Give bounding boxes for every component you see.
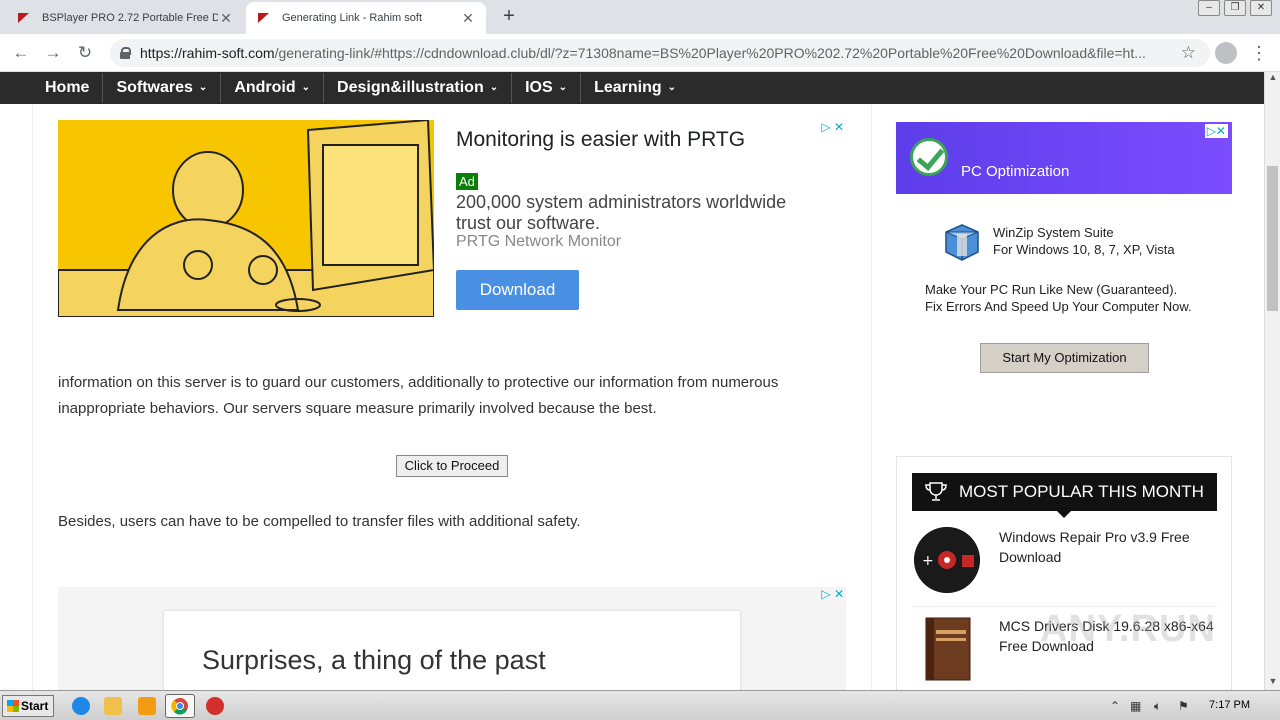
folder-icon[interactable] — [104, 697, 122, 715]
pc-optimization-ad[interactable]: PC Optimization ▷✕ — [896, 122, 1232, 194]
address-bar[interactable]: https://rahim-soft.com/generating-link/#… — [110, 39, 1210, 67]
network-icon[interactable]: ▦ — [1130, 699, 1141, 713]
windows-repair-thumbnail: + — [914, 527, 980, 593]
frustrated-admin-illustration — [58, 120, 434, 317]
close-icon[interactable]: ✕ — [218, 10, 234, 27]
ad-label: PC Optimization — [961, 163, 1070, 180]
ad-brand: PRTG Network Monitor — [456, 233, 622, 250]
flag-icon[interactable]: ⚑ — [1178, 699, 1189, 713]
lock-icon — [120, 47, 131, 59]
volume-icon[interactable]: 🔈︎ — [1154, 699, 1161, 714]
svg-text:+: + — [922, 553, 934, 569]
ad-headline: Monitoring is easier with PRTG — [456, 128, 746, 151]
ad-badge: Ad — [456, 173, 478, 190]
system-clock[interactable]: 7:17 PM — [1209, 699, 1250, 711]
tab-bsplayer[interactable]: BSPlayer PRO 2.72 Portable Free Do ✕ — [6, 2, 244, 34]
maximize-icon[interactable]: ❐ — [1224, 0, 1246, 16]
site-navigation: Home Softwares ⌄ Android ⌄ Design&illustra… — [0, 72, 1264, 104]
product-name: WinZip System Suite — [993, 225, 1114, 240]
chevron-down-icon: ⌄ — [489, 82, 499, 93]
trophy-icon — [925, 482, 947, 501]
menu-kebab-icon[interactable]: ⋮ — [1250, 42, 1268, 64]
page-viewport: Home Softwares ⌄ Android ⌄ Design&illustra… — [0, 72, 1264, 690]
internet-explorer-icon[interactable] — [72, 697, 90, 715]
tab-title: BSPlayer PRO 2.72 Portable Free Do — [42, 12, 218, 24]
product-subtitle: For Windows 10, 8, 7, XP, Vista — [993, 242, 1175, 257]
forward-arrow-icon[interactable]: → — [42, 42, 64, 64]
nav-learning[interactable]: Learning ⌄ — [581, 73, 689, 103]
nav-home[interactable]: Home — [32, 73, 104, 103]
chevron-down-icon: ⌄ — [198, 82, 208, 93]
start-button[interactable]: Start — [2, 695, 54, 717]
bottom-ad[interactable]: Surprises, a thing of the past ▷ ✕ — [58, 587, 846, 690]
back-arrow-icon[interactable]: ← — [10, 42, 32, 64]
scroll-up-icon[interactable]: ▲ — [1265, 72, 1280, 86]
ad-body: 200,000 system administrators worldwide … — [456, 192, 787, 233]
minimize-icon[interactable]: – — [1198, 0, 1220, 16]
chrome-taskbar-button[interactable] — [165, 694, 195, 718]
media-player-icon[interactable] — [138, 697, 156, 715]
pitch-line: Fix Errors And Speed Up Your Computer No… — [925, 299, 1192, 314]
reload-icon[interactable]: ↻ — [74, 42, 96, 64]
window-controls: – ❐ ✕ — [1198, 0, 1272, 16]
pitch-line: Make Your PC Run Like New (Guaranteed). — [925, 282, 1178, 297]
chevron-down-icon: ⌄ — [667, 82, 677, 93]
list-item[interactable]: + Windows Repair Pro v3.9 Free Download — [912, 521, 1217, 607]
url-path: /generating-link/#https://cdndownload.cl… — [274, 45, 1146, 61]
body-paragraph: information on this server is to guard o… — [58, 374, 779, 417]
opera-icon[interactable] — [206, 697, 224, 715]
checkmark-icon — [910, 138, 948, 176]
windows-taskbar: Start ⌃ ▦ 🔈︎ ⚑ 7:17 PM — [0, 690, 1280, 720]
nav-android[interactable]: Android ⌄ — [221, 73, 325, 103]
nav-softwares[interactable]: Softwares ⌄ — [103, 73, 222, 103]
start-optimization-button[interactable]: Start My Optimization — [980, 343, 1149, 373]
site-favicon — [256, 10, 272, 26]
nav-label: Softwares — [116, 79, 193, 96]
scroll-down-icon[interactable]: ▼ — [1265, 676, 1280, 690]
tray-expand-icon[interactable]: ⌃ — [1110, 699, 1120, 713]
body-paragraph: Besides, users can have to be compelled … — [58, 513, 581, 530]
chevron-down-icon: ⌄ — [558, 82, 568, 93]
widget-header: MOST POPULAR THIS MONTH — [912, 473, 1217, 518]
tab-generating-link[interactable]: Generating Link - Rahim soft ✕ — [246, 2, 486, 34]
ad-headline: Surprises, a thing of the past — [202, 645, 546, 675]
adchoices-icon[interactable]: ▷✕ — [1204, 124, 1228, 138]
item-title: Windows Repair Pro v3.9 Free Download — [999, 529, 1190, 565]
ad-download-button[interactable]: Download — [456, 270, 579, 310]
close-icon[interactable]: ✕ — [460, 10, 476, 27]
url-host: https://rahim-soft.com — [140, 45, 275, 61]
adchoices-icon[interactable]: ▷ ✕ — [821, 120, 844, 134]
widget-title: MOST POPULAR THIS MONTH — [959, 482, 1204, 501]
ad-card: Surprises, a thing of the past — [164, 611, 740, 690]
nav-label: IOS — [525, 79, 553, 96]
profile-avatar-icon[interactable] — [1215, 42, 1237, 64]
nav-label: Home — [45, 79, 90, 96]
new-tab-plus-icon[interactable]: + — [498, 6, 520, 28]
click-to-proceed-button[interactable]: Click to Proceed — [396, 455, 508, 477]
nav-label: Android — [234, 79, 296, 96]
adchoices-icon[interactable]: ▷ ✕ — [821, 587, 844, 601]
chrome-icon — [171, 698, 188, 715]
tab-strip: BSPlayer PRO 2.72 Portable Free Do ✕ Gen… — [0, 0, 1280, 34]
nav-label: Learning — [594, 79, 662, 96]
scrollbar-thumb[interactable] — [1267, 166, 1278, 311]
mcs-drivers-box-thumbnail — [925, 617, 971, 681]
most-popular-widget: MOST POPULAR THIS MONTH + Windows Repair… — [896, 456, 1232, 690]
watermark: ANY.RUN — [1040, 608, 1216, 650]
bookmark-star-icon[interactable]: ☆ — [1181, 43, 1196, 63]
window-close-icon[interactable]: ✕ — [1250, 0, 1272, 16]
prtg-ad[interactable]: Monitoring is easier with PRTG Ad 200,00… — [58, 120, 846, 320]
nav-ios[interactable]: IOS ⌄ — [512, 73, 582, 103]
nav-design[interactable]: Design&illustration ⌄ — [324, 73, 513, 103]
nav-label: Design&illustration — [337, 79, 484, 96]
tab-title: Generating Link - Rahim soft — [282, 12, 423, 24]
site-favicon — [16, 10, 32, 26]
winzip-box-icon — [945, 224, 979, 261]
browser-toolbar: ← → ↻ https://rahim-soft.com/generating-… — [0, 34, 1280, 72]
vertical-scrollbar[interactable]: ▲ ▼ — [1264, 72, 1280, 690]
url-text: https://rahim-soft.com/generating-link/#… — [140, 45, 1160, 61]
chevron-down-icon: ⌄ — [301, 82, 311, 93]
ad-illustration — [58, 120, 434, 317]
